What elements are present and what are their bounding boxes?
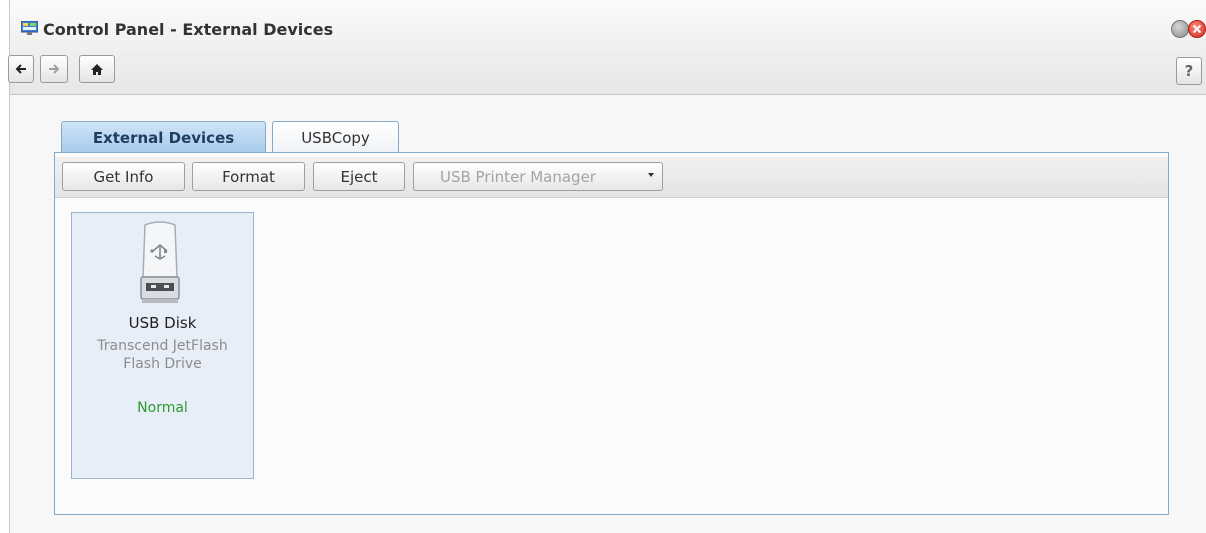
usb-drive-icon <box>140 221 180 303</box>
tab-usbcopy[interactable]: USBCopy <box>272 121 399 153</box>
device-model: Transcend JetFlash Flash Drive <box>97 338 228 372</box>
window-title: Control Panel - External Devices <box>43 20 334 39</box>
devices-panel: Get Info Format Eject USB Printer Manage… <box>54 152 1169 515</box>
arrow-right-icon <box>49 64 60 74</box>
home-button[interactable] <box>79 55 115 83</box>
device-name: USB Disk <box>128 314 197 332</box>
format-button[interactable]: Format <box>192 162 305 191</box>
get-info-button[interactable]: Get Info <box>62 162 185 191</box>
tab-external-devices[interactable]: External Devices <box>61 121 266 153</box>
device-card-usb-disk[interactable]: USB Disk Transcend JetFlash Flash Drive … <box>71 212 254 479</box>
chevron-down-icon <box>648 173 654 177</box>
usb-printer-manager-dropdown[interactable]: USB Printer Manager <box>413 162 663 191</box>
toolbar: Get Info Format Eject USB Printer Manage… <box>55 157 1168 198</box>
home-icon <box>91 63 103 75</box>
usb-printer-manager-label: USB Printer Manager <box>440 167 596 186</box>
arrow-left-icon <box>15 64 26 74</box>
control-panel-icon <box>21 21 38 35</box>
close-button[interactable] <box>1188 20 1206 38</box>
help-button[interactable]: ? <box>1176 57 1202 85</box>
back-button[interactable] <box>8 55 34 83</box>
device-status: Normal <box>137 400 188 416</box>
eject-button[interactable]: Eject <box>313 162 405 191</box>
forward-button[interactable] <box>40 55 68 83</box>
title-bar: Control Panel - External Devices ? <box>8 0 1206 95</box>
control-panel-window: Control Panel - External Devices ? Exter… <box>8 0 1206 533</box>
minimize-button[interactable] <box>1171 20 1189 38</box>
